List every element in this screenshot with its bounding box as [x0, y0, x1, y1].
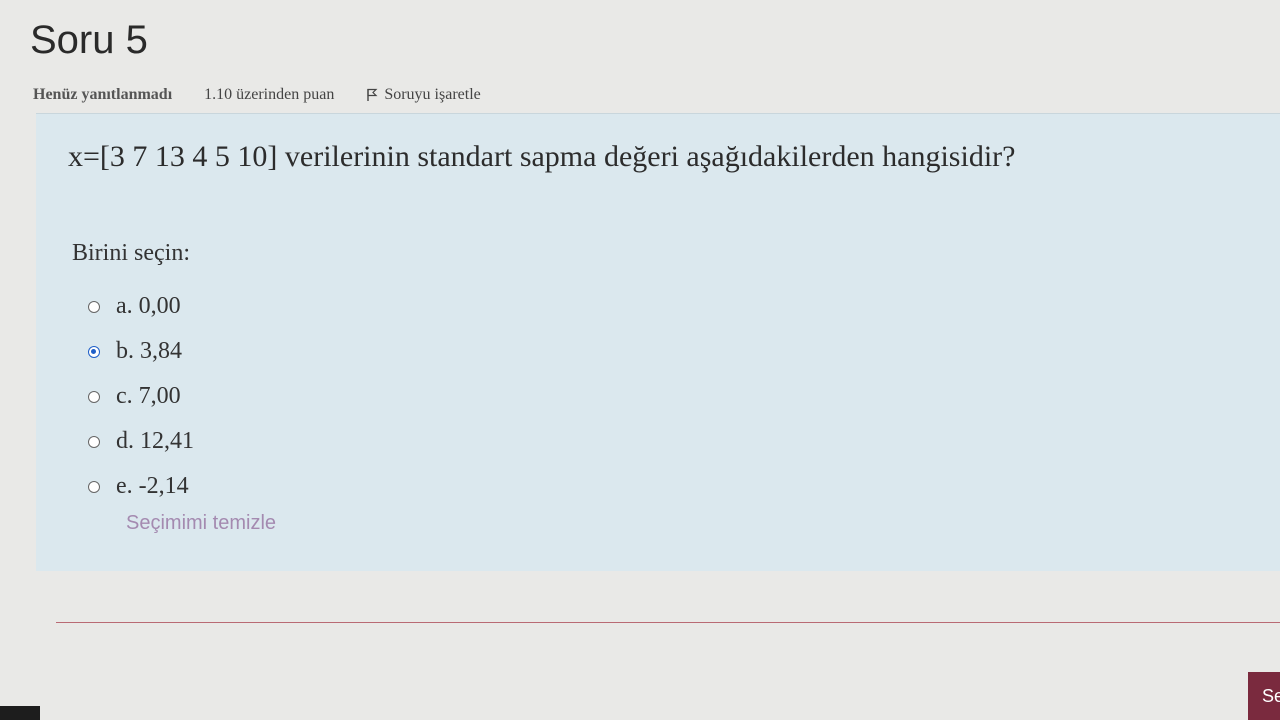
question-text: x=[3 7 13 4 5 10] verilerinin standart s… — [68, 140, 1016, 173]
answer-list: a. 0,00 b. 3,84 c. 7,00 d. 12,41 e. -2,1… — [88, 284, 194, 509]
radio-button[interactable] — [88, 435, 100, 448]
clear-choice-link[interactable]: Seçimimi temizle — [126, 512, 276, 535]
question-grade: 1.10 üzerinden puan — [204, 86, 335, 103]
flag-question-label: Soruyu işaretle — [384, 86, 481, 103]
answer-label: c. 7,00 — [116, 383, 181, 409]
answer-option-e[interactable]: e. -2,14 — [88, 464, 194, 509]
answer-label: a. 0,00 — [116, 293, 181, 319]
answer-option-b[interactable]: b. 3,84 — [88, 329, 194, 374]
answer-label: e. -2,14 — [116, 473, 189, 499]
corner-block — [0, 706, 40, 720]
answer-option-a[interactable]: a. 0,00 — [88, 284, 194, 329]
question-state: Henüz yanıtlanmadı — [33, 86, 173, 103]
answer-option-c[interactable]: c. 7,00 — [88, 374, 194, 419]
flag-icon — [367, 88, 378, 101]
question-info: Henüz yanıtlanmadı 1.10 üzerinden puan S… — [33, 86, 481, 104]
flag-question-link[interactable]: Soruyu işaretle — [366, 86, 481, 104]
page-title: Soru 5 — [30, 18, 148, 62]
answer-option-d[interactable]: d. 12,41 — [88, 419, 194, 464]
radio-button[interactable] — [88, 300, 100, 313]
radio-button[interactable] — [88, 480, 100, 493]
question-content: x=[3 7 13 4 5 10] verilerinin standart s… — [36, 113, 1280, 571]
divider — [56, 622, 1280, 623]
answer-label: d. 12,41 — [116, 428, 194, 454]
radio-button[interactable] — [88, 390, 100, 403]
answer-label: b. 3,84 — [116, 338, 182, 364]
radio-button[interactable] — [88, 345, 100, 358]
next-page-button[interactable]: Se — [1248, 672, 1280, 720]
answer-prompt: Birini seçin: — [72, 240, 190, 266]
